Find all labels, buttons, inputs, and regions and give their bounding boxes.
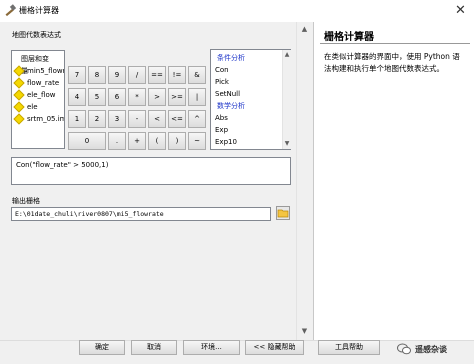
layer-items: min5_flowrate flow_rate ele_flowele srtm_05… [12, 65, 64, 125]
calc-digit-5-button[interactable]: 5 [88, 88, 106, 106]
help-divider [320, 43, 470, 44]
layer-name: srtm_05.img [27, 115, 64, 123]
layer-item[interactable]: ele [12, 101, 64, 113]
calc-digit-2-button[interactable]: 2 [88, 110, 106, 128]
calc-digit-9-button[interactable]: 9 [108, 66, 126, 84]
calc-not-button[interactable]: ~ [188, 132, 206, 150]
tool-category-header: 条件分析 [217, 54, 245, 62]
browse-folder-icon[interactable] [276, 206, 290, 220]
help-panel: 栅格计算器 在类似计算器的界面中，使用 Python 语法构建和执行单个地图代数… [313, 22, 474, 340]
wechat-icon [397, 343, 411, 355]
scroll-up-icon[interactable]: ▲ [297, 25, 312, 33]
calc-plus-button[interactable]: + [128, 132, 146, 150]
environments-button[interactable]: 环境... [183, 340, 240, 355]
help-description: 在类似计算器的界面中，使用 Python 语法构建和执行单个地图代数表达式。 [324, 52, 460, 73]
layer-name: min5_flowrate [27, 67, 64, 75]
layer-name: ele [27, 103, 38, 111]
output-path-input[interactable]: E:\01date_chuli\river0807\mi5_flowrate [11, 207, 271, 221]
watermark-text: 遥感杂谈 [415, 345, 447, 354]
calc-less-than-button[interactable]: < [148, 110, 166, 128]
cancel-button[interactable]: 取消 [131, 340, 177, 355]
layer-name: ele_flow [27, 91, 56, 99]
raster-calculator-window: 栅格计算器 ✕ 地图代数表达式 图层和变量 min5_flowrateflow_… [0, 0, 474, 364]
help-title: 栅格计算器 [324, 32, 374, 43]
tool-item[interactable]: Pick [211, 76, 281, 88]
output-label: 输出栅格 [12, 197, 40, 205]
calc-digit-7-button[interactable]: 7 [68, 66, 86, 84]
main-scrollbar[interactable]: ▲ ▼ [296, 22, 312, 340]
scroll-down-icon[interactable]: ▼ [297, 327, 312, 335]
calc-digit-3-button[interactable]: 3 [108, 110, 126, 128]
calculator-pad: 7 8 9/== != & 4 5 6 * > >= | 1 2 3- < <= ^ 0. +() ~ [68, 66, 208, 152]
calc-equal-button[interactable]: == [148, 66, 166, 84]
hammer-icon [5, 4, 17, 17]
layers-list[interactable]: 图层和变量 min5_flowrateflow_rateele_floweles… [11, 50, 65, 149]
layer-item[interactable]: flow_rate [12, 77, 64, 89]
raster-layer-icon [13, 101, 25, 113]
tool-item[interactable]: Con [211, 64, 281, 76]
calc-and-button[interactable]: & [188, 66, 206, 84]
calc-digit-8-button[interactable]: 8 [88, 66, 106, 84]
tool-item[interactable]: Abs [211, 112, 281, 124]
layer-item[interactable]: ele_flow [12, 89, 64, 101]
expression-box[interactable]: Con("flow_rate" > 5000,1) [11, 157, 291, 185]
calc-decimal-button[interactable]: . [108, 132, 126, 150]
raster-layer-icon [13, 77, 25, 89]
window-title: 栅格计算器 [19, 6, 59, 15]
hide-help-button[interactable]: << 隐藏帮助 [245, 340, 304, 355]
ok-button[interactable]: 确定 [79, 340, 125, 355]
raster-layer-icon [13, 65, 25, 77]
layer-name: flow_rate [27, 79, 60, 87]
calc-digit-0-button[interactable]: 0 [68, 132, 106, 150]
calc-less-equal-button[interactable]: <= [168, 110, 186, 128]
tool-item[interactable]: Exp [211, 124, 281, 136]
calc-divide-button[interactable]: / [128, 66, 146, 84]
calc-digit-6-button[interactable]: 6 [108, 88, 126, 106]
tool-item[interactable]: Exp10 [211, 136, 281, 148]
calc-multiply-button[interactable]: * [128, 88, 146, 106]
expression-label: 地图代数表达式 [12, 31, 61, 39]
calc-minus-button[interactable]: - [128, 110, 146, 128]
watermark: 遥感杂谈 [395, 340, 473, 362]
calc-open-paren-button[interactable]: ( [148, 132, 166, 150]
calc-xor-button[interactable]: ^ [188, 110, 206, 128]
tool-item[interactable]: SetNull [211, 88, 281, 100]
raster-layer-icon [13, 89, 25, 101]
output-path-text: E:\01date_chuli\river0807\mi5_flowrate [15, 210, 164, 218]
title-bar: 栅格计算器 ✕ [0, 0, 474, 22]
calc-not-equal-button[interactable]: != [168, 66, 186, 84]
layer-item[interactable]: min5_flowrate [12, 65, 64, 77]
calc-close-paren-button[interactable]: ) [168, 132, 186, 150]
close-button[interactable]: ✕ [447, 0, 474, 22]
expression-text: Con("flow_rate" > 5000,1) [16, 161, 109, 169]
tool-help-button[interactable]: 工具帮助 [318, 340, 380, 355]
scroll-down-icon[interactable]: ▼ [283, 140, 291, 147]
scroll-up-icon[interactable]: ▲ [283, 51, 291, 58]
calc-greater-than-button[interactable]: > [148, 88, 166, 106]
tools-scrollbar[interactable]: ▲ ▼ [282, 50, 291, 149]
raster-layer-icon [13, 113, 25, 125]
tool-category-header: 数学分析 [217, 102, 245, 110]
tools-list[interactable]: 条件分析 Con Pick SetNull 数学分析 Abs Exp Exp10 ▲ ▼ [210, 49, 291, 150]
calc-greater-equal-button[interactable]: >= [168, 88, 186, 106]
tool-items: 条件分析 Con Pick SetNull 数学分析 Abs Exp Exp10 [211, 52, 281, 148]
calc-digit-1-button[interactable]: 1 [68, 110, 86, 128]
calc-digit-4-button[interactable]: 4 [68, 88, 86, 106]
calc-or-button[interactable]: | [188, 88, 206, 106]
layer-item[interactable]: srtm_05.img [12, 113, 64, 125]
